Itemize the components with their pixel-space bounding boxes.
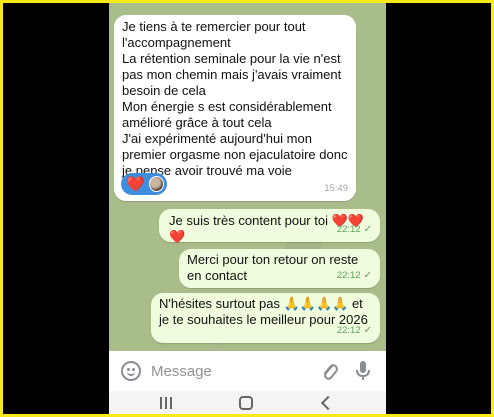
paperclip-icon[interactable]	[321, 359, 339, 383]
message-time: 22:12	[336, 325, 361, 336]
system-navigation-bar	[109, 391, 386, 414]
microphone-icon[interactable]	[355, 359, 371, 383]
message-time: 22:12	[336, 270, 361, 281]
reactor-avatar	[148, 176, 164, 192]
message-bubble-outgoing[interactable]: Je suis très content pour toi ❤️❤️❤️ 22:…	[159, 209, 380, 244]
message-time: 22:12	[336, 224, 361, 235]
home-icon[interactable]	[239, 396, 253, 410]
message-text: Je tiens à te remercier pour tout l'acco…	[122, 19, 348, 178]
message-time: 15:49	[324, 183, 348, 194]
message-meta: 22:12 ✓	[337, 323, 372, 339]
smiley-icon[interactable]	[121, 361, 141, 381]
message-composer	[109, 351, 386, 391]
read-check-icon: ✓	[363, 325, 372, 336]
read-check-icon: ✓	[363, 224, 372, 235]
back-icon[interactable]	[320, 395, 336, 411]
message-meta: 22:12 ✓	[337, 268, 372, 284]
message-bubble-incoming[interactable]: Je tiens à te remercier pour tout l'acco…	[114, 15, 356, 201]
heart-reaction-icon: ❤️	[126, 175, 145, 193]
message-bubble-outgoing[interactable]: N'hésites surtout pas 🙏🙏🙏🙏 et je te souh…	[151, 293, 380, 343]
read-check-icon: ✓	[363, 270, 372, 281]
chat-screen: Je tiens à te remercier pour tout l'acco…	[109, 3, 386, 414]
reaction-pill[interactable]: ❤️	[121, 173, 167, 195]
recent-apps-icon[interactable]	[160, 397, 172, 409]
message-input[interactable]	[151, 360, 301, 382]
message-meta: 22:12 ✓	[337, 222, 372, 238]
message-meta: 15:49	[324, 181, 348, 197]
message-bubble-outgoing[interactable]: Merci pour ton retour on reste en contac…	[179, 249, 380, 288]
